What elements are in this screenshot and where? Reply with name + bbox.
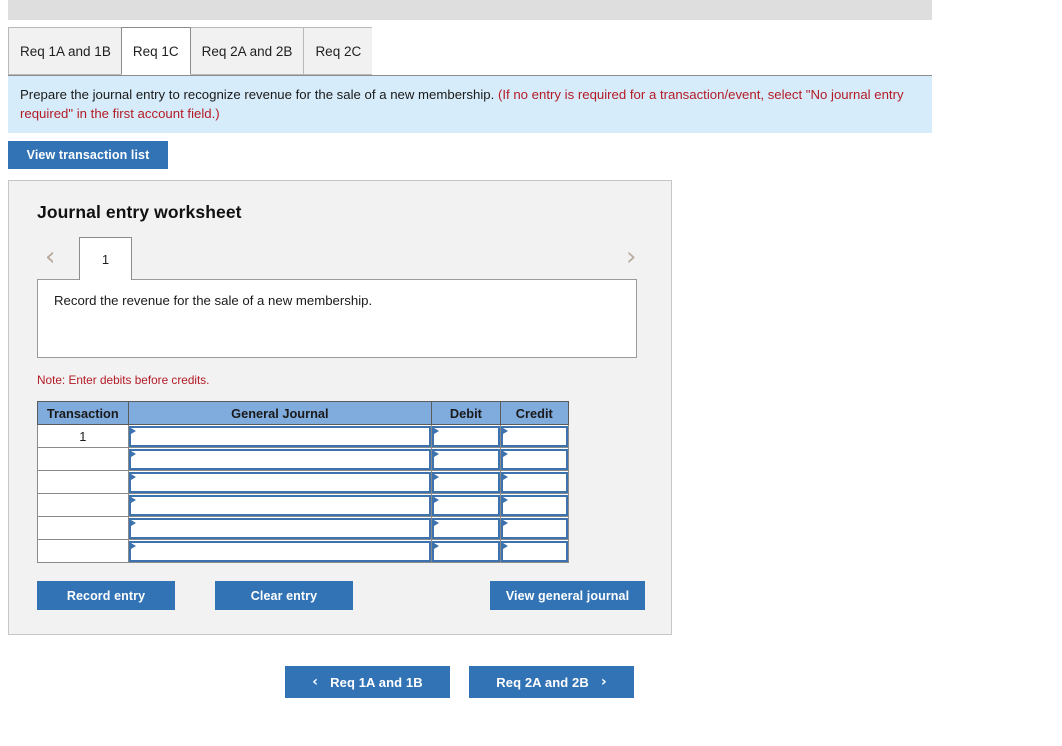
cell-general-journal-3[interactable] xyxy=(127,470,433,494)
worksheet-pager: ‹ 1 › xyxy=(37,237,645,280)
button-label: Clear entry xyxy=(250,588,318,603)
cell-debit-3[interactable] xyxy=(431,470,501,494)
debit-input-3[interactable] xyxy=(432,471,500,493)
chevron-left-icon: ‹ xyxy=(312,674,319,690)
cell-debit-2[interactable] xyxy=(431,447,501,471)
table-row xyxy=(37,447,570,471)
tab-label: Req 2C xyxy=(315,43,362,59)
page-root: Req 1A and 1B Req 1C Req 2A and 2B Req 2… xyxy=(0,0,1062,746)
debit-input-2[interactable] xyxy=(432,448,500,470)
chevron-left-icon[interactable]: ‹ xyxy=(45,240,55,274)
cell-credit-2[interactable] xyxy=(499,447,570,471)
table-row: 1 xyxy=(37,424,570,448)
tab-req-1c[interactable]: Req 1C xyxy=(120,27,191,75)
debit-input-1[interactable] xyxy=(432,425,500,447)
table-row xyxy=(37,539,570,563)
account-select-6[interactable] xyxy=(128,540,432,562)
tab-label: Req 1A and 1B xyxy=(20,43,111,59)
worksheet-page-tab-1[interactable]: 1 xyxy=(79,237,132,280)
view-general-journal-button[interactable]: View general journal xyxy=(490,581,645,610)
column-header-credit: Credit xyxy=(499,401,570,425)
table-row xyxy=(37,470,570,494)
table-row xyxy=(37,493,570,517)
requirement-tab-bar: Req 1A and 1B Req 1C Req 2A and 2B Req 2… xyxy=(8,27,932,75)
tab-label: Req 1C xyxy=(132,43,179,59)
debits-before-credits-note: Note: Enter debits before credits. xyxy=(37,373,210,387)
tab-req-1a-and-1b[interactable]: Req 1A and 1B xyxy=(8,27,122,75)
clear-entry-button[interactable]: Clear entry xyxy=(215,581,353,610)
page-tab-label: 1 xyxy=(101,251,110,267)
worksheet-description-text: Record the revenue for the sale of a new… xyxy=(54,293,373,308)
cell-general-journal-1[interactable] xyxy=(127,424,433,448)
cell-credit-5[interactable] xyxy=(499,516,570,540)
top-gray-strip xyxy=(8,0,932,20)
worksheet-description-box: Record the revenue for the sale of a new… xyxy=(37,279,637,358)
cell-transaction-1: 1 xyxy=(37,424,129,448)
worksheet-title: Journal entry worksheet xyxy=(37,202,242,222)
tab-req-2c[interactable]: Req 2C xyxy=(303,27,373,75)
credit-input-4[interactable] xyxy=(500,494,568,516)
cell-transaction-3 xyxy=(37,470,129,494)
cell-debit-6[interactable] xyxy=(431,539,501,563)
cell-debit-1[interactable] xyxy=(431,424,501,448)
cell-credit-1[interactable] xyxy=(499,424,570,448)
prev-requirement-button[interactable]: ‹ Req 1A and 1B xyxy=(285,666,450,698)
credit-input-5[interactable] xyxy=(500,517,568,539)
record-entry-button[interactable]: Record entry xyxy=(37,581,175,610)
cell-debit-4[interactable] xyxy=(431,493,501,517)
view-transaction-list-button[interactable]: View transaction list xyxy=(8,141,168,169)
instruction-banner: Prepare the journal entry to recognize r… xyxy=(8,75,932,133)
column-header-transaction: Transaction xyxy=(37,401,129,425)
cell-general-journal-6[interactable] xyxy=(127,539,433,563)
cell-credit-3[interactable] xyxy=(499,470,570,494)
cell-transaction-6 xyxy=(37,539,129,563)
account-select-1[interactable] xyxy=(128,425,432,447)
button-label: Req 2A and 2B xyxy=(496,674,589,690)
credit-input-2[interactable] xyxy=(500,448,568,470)
instruction-main-text: Prepare the journal entry to recognize r… xyxy=(20,87,495,102)
account-select-2[interactable] xyxy=(128,448,432,470)
cell-transaction-4 xyxy=(37,493,129,517)
chevron-right-icon: › xyxy=(600,674,607,690)
tab-label: Req 2A and 2B xyxy=(201,43,293,59)
credit-input-1[interactable] xyxy=(500,425,568,447)
button-label: Req 1A and 1B xyxy=(330,674,423,690)
cell-general-journal-2[interactable] xyxy=(127,447,433,471)
account-select-3[interactable] xyxy=(128,471,432,493)
cell-general-journal-4[interactable] xyxy=(127,493,433,517)
tab-bar-filler xyxy=(372,27,932,75)
cell-credit-4[interactable] xyxy=(499,493,570,517)
credit-input-6[interactable] xyxy=(500,540,568,562)
cell-credit-6[interactable] xyxy=(499,539,570,563)
button-label: Record entry xyxy=(66,588,146,603)
column-header-general-journal: General Journal xyxy=(127,401,433,425)
next-requirement-button[interactable]: Req 2A and 2B › xyxy=(469,666,634,698)
button-label: View transaction list xyxy=(26,148,150,162)
journal-entry-table: Transaction General Journal Debit Credit… xyxy=(37,401,570,563)
table-header-row: Transaction General Journal Debit Credit xyxy=(37,401,570,425)
debit-input-5[interactable] xyxy=(432,517,500,539)
credit-input-3[interactable] xyxy=(500,471,568,493)
cell-general-journal-5[interactable] xyxy=(127,516,433,540)
account-select-4[interactable] xyxy=(128,494,432,516)
journal-entry-worksheet-panel: Journal entry worksheet ‹ 1 › Record the… xyxy=(8,180,672,635)
table-row xyxy=(37,516,570,540)
column-header-debit: Debit xyxy=(431,401,501,425)
button-label: View general journal xyxy=(505,588,630,603)
tab-req-2a-and-2b[interactable]: Req 2A and 2B xyxy=(189,27,304,75)
cell-debit-5[interactable] xyxy=(431,516,501,540)
chevron-right-icon[interactable]: › xyxy=(626,240,636,274)
debit-input-4[interactable] xyxy=(432,494,500,516)
debit-input-6[interactable] xyxy=(432,540,500,562)
cell-transaction-2 xyxy=(37,447,129,471)
cell-transaction-5 xyxy=(37,516,129,540)
account-select-5[interactable] xyxy=(128,517,432,539)
